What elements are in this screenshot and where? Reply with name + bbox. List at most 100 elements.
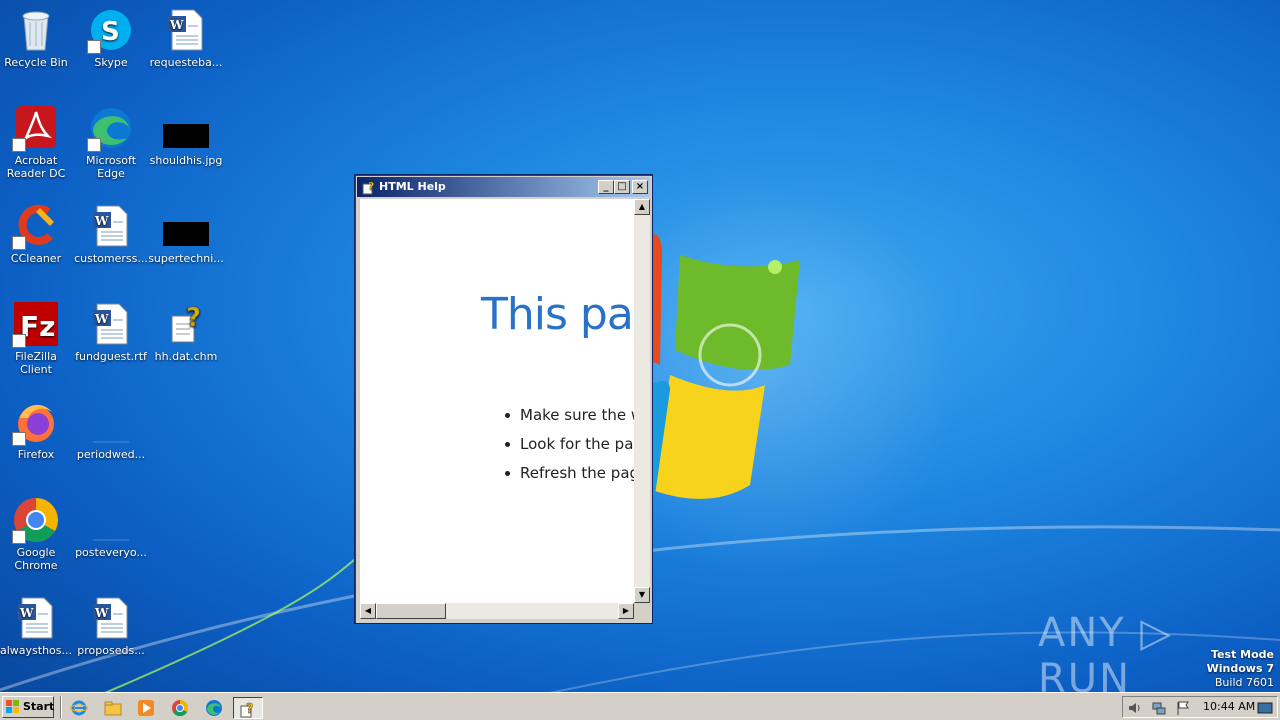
svg-text:?: ? (246, 702, 254, 717)
taskbar-separator (60, 696, 62, 718)
desktop-icon-label: requesteba... (149, 56, 223, 69)
svg-text:S: S (101, 17, 120, 47)
window-titlebar[interactable]: ? HTML Help _ □ × (357, 177, 650, 197)
desktop-icon-label: Acrobat Reader DC (6, 154, 66, 180)
shortcut-arrow-icon (12, 334, 26, 348)
start-button[interactable]: Start (2, 696, 54, 718)
taskbar-media-player[interactable] (134, 697, 158, 719)
scroll-left-button[interactable]: ◀ (360, 603, 376, 619)
action-center-flag-icon[interactable] (1175, 700, 1191, 716)
windows-flag-icon (6, 700, 19, 713)
taskbar-html-help[interactable]: ? (233, 697, 263, 719)
word-document-icon: W (87, 594, 135, 642)
list-item: Refresh the page (505, 463, 634, 492)
taskbar: Start ? 10:44 AM (0, 692, 1280, 720)
test-mode-line: Test Mode (1211, 648, 1274, 661)
desktop-icon-chrome[interactable]: Google Chrome (0, 496, 74, 572)
html-help-icon: ? (240, 702, 254, 718)
desktop-icon-label: posteveryo... (75, 546, 147, 559)
desktop-icon-filezilla[interactable]: Fz FileZilla Client (0, 300, 74, 376)
desktop-icon-word-doc[interactable]: W alwaysthos... (0, 594, 74, 657)
scroll-right-button[interactable]: ▶ (618, 603, 634, 619)
windows-version-line: Windows 7 (1206, 662, 1274, 675)
image-file-icon (162, 202, 210, 250)
desktop-icon-edge[interactable]: Microsoft Edge (73, 104, 149, 180)
desktop-icon-label: Recycle Bin (4, 56, 68, 69)
desktop-icon-blank-file[interactable]: periodwed... (73, 398, 149, 461)
scrollbar-corner (634, 603, 650, 619)
shortcut-arrow-icon (87, 40, 101, 54)
desktop-icon-label: proposeds... (77, 644, 145, 657)
edge-icon (206, 700, 222, 716)
desktop-icon-acrobat[interactable]: Acrobat Reader DC (0, 104, 74, 180)
desktop-icon-recycle-bin[interactable]: Recycle Bin (0, 6, 74, 69)
word-document-icon: W (12, 594, 60, 642)
desktop-icon-label: Firefox (17, 448, 55, 461)
desktop-icon-word-doc[interactable]: W requesteba... (148, 6, 224, 69)
internet-explorer-icon (69, 700, 89, 716)
desktop-icon-skype[interactable]: S Skype (73, 6, 149, 69)
system-tray: 10:44 AM (1122, 696, 1278, 718)
window-title: HTML Help (379, 180, 446, 193)
desktop-icon-image-file[interactable]: shouldhis.jpg (148, 104, 224, 167)
recycle-bin-icon (12, 6, 60, 54)
desktop-icon-word-doc[interactable]: W fundguest.rtf (73, 300, 149, 363)
file-explorer-icon (104, 701, 122, 716)
desktop-icon-word-doc[interactable]: W proposeds... (73, 594, 149, 657)
taskbar-chrome[interactable] (168, 697, 192, 719)
filezilla-icon: Fz (12, 300, 60, 348)
desktop-icon-firefox[interactable]: Firefox (0, 398, 74, 461)
desktop-icon-label: shouldhis.jpg (149, 154, 223, 167)
svg-text:?: ? (186, 303, 201, 333)
firefox-icon (12, 398, 60, 446)
desktop-icon-image-file[interactable]: supertechni... (148, 202, 224, 265)
shortcut-arrow-icon (12, 432, 26, 446)
desktop-icon-label: FileZilla Client (15, 350, 57, 376)
start-label: Start (23, 700, 55, 713)
svg-text:W: W (94, 214, 109, 228)
maximize-button[interactable]: □ (614, 180, 630, 194)
taskbar-edge[interactable] (202, 697, 226, 719)
desktop-icon-word-doc[interactable]: W customerss... (73, 202, 149, 265)
word-document-icon: W (87, 202, 135, 250)
chm-help-icon: ? (162, 300, 210, 348)
desktop-icon-label: supertechni... (148, 252, 224, 265)
desktop-icon-label: periodwed... (76, 448, 146, 461)
close-button[interactable]: × (632, 180, 648, 194)
shortcut-arrow-icon (12, 138, 26, 152)
volume-icon[interactable] (1127, 700, 1143, 716)
page-heading: This pa (481, 289, 634, 340)
minimize-button[interactable]: _ (598, 180, 614, 194)
desktop-icon-label: Microsoft Edge (85, 154, 137, 180)
horizontal-scroll-thumb[interactable] (376, 603, 446, 619)
svg-text:?: ? (368, 180, 374, 193)
media-player-icon (138, 700, 154, 716)
list-item: Make sure the we (505, 405, 634, 434)
word-document-icon: W (162, 6, 210, 54)
show-desktop-icon[interactable] (1257, 700, 1273, 716)
taskbar-internet-explorer[interactable] (67, 697, 91, 719)
desktop-icon-label: customerss... (74, 252, 148, 265)
clock[interactable]: 10:44 AM (1203, 697, 1255, 717)
image-file-icon (162, 104, 210, 152)
taskbar-file-explorer[interactable] (101, 697, 125, 719)
desktop-icon-label: hh.dat.chm (154, 350, 218, 363)
scroll-down-button[interactable]: ▼ (634, 587, 650, 603)
shortcut-arrow-icon (12, 236, 26, 250)
acrobat-icon (12, 104, 60, 152)
vertical-scrollbar[interactable]: ▲ ▼ (634, 199, 650, 603)
desktop-icon-label: Google Chrome (14, 546, 58, 572)
skype-icon: S (87, 6, 135, 54)
help-content-pane[interactable]: This pa Make sure the we Look for the pa… (360, 199, 634, 603)
network-icon[interactable] (1151, 700, 1167, 716)
html-help-window[interactable]: ? HTML Help _ □ × This pa Make sure the … (354, 174, 653, 624)
horizontal-scrollbar[interactable]: ◀ ▶ (360, 603, 634, 619)
desktop-icon-label: CCleaner (10, 252, 62, 265)
test-mode-notice: Test Mode Windows 7 Build 7601 (1207, 648, 1274, 690)
desktop-icon-ccleaner[interactable]: CCleaner (0, 202, 74, 265)
desktop-icon-chm-file[interactable]: ? hh.dat.chm (148, 300, 224, 363)
scroll-up-button[interactable]: ▲ (634, 199, 650, 215)
svg-text:W: W (169, 18, 184, 32)
help-icon: ? (362, 180, 375, 195)
desktop-icon-blank-file[interactable]: posteveryo... (73, 496, 149, 559)
